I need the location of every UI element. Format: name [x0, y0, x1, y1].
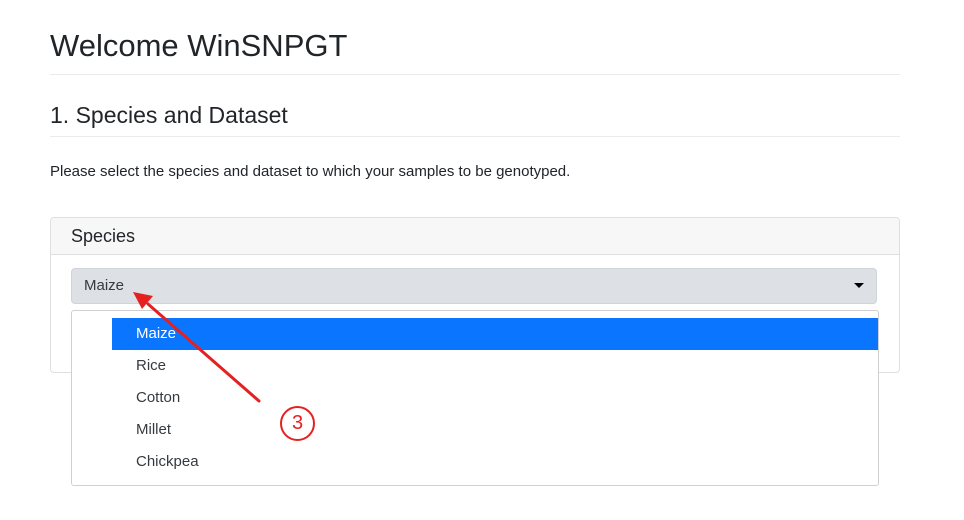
species-card-title: Species — [71, 226, 136, 246]
species-option-maize[interactable]: Maize — [112, 318, 878, 350]
title-divider — [50, 74, 900, 75]
species-option-rice[interactable]: Rice — [112, 350, 878, 382]
step-number-badge: 3 — [280, 406, 315, 441]
section-title: 1. Species and Dataset — [50, 102, 288, 128]
species-select-value: Maize — [84, 277, 125, 294]
page-title: Welcome WinSNPGT — [50, 28, 348, 63]
caret-down-icon — [854, 283, 864, 288]
species-select[interactable]: Maize — [71, 268, 877, 304]
species-option-cotton[interactable]: Cotton — [112, 382, 878, 414]
species-option-chickpea[interactable]: Chickpea — [112, 446, 878, 478]
species-dropdown-menu: Maize Rice Cotton Millet Chickpea — [71, 310, 879, 486]
species-card-header: Species — [51, 218, 899, 255]
section-instructions: Please select the species and dataset to… — [50, 163, 571, 180]
section-divider — [50, 136, 900, 137]
species-option-millet[interactable]: Millet — [112, 414, 878, 446]
